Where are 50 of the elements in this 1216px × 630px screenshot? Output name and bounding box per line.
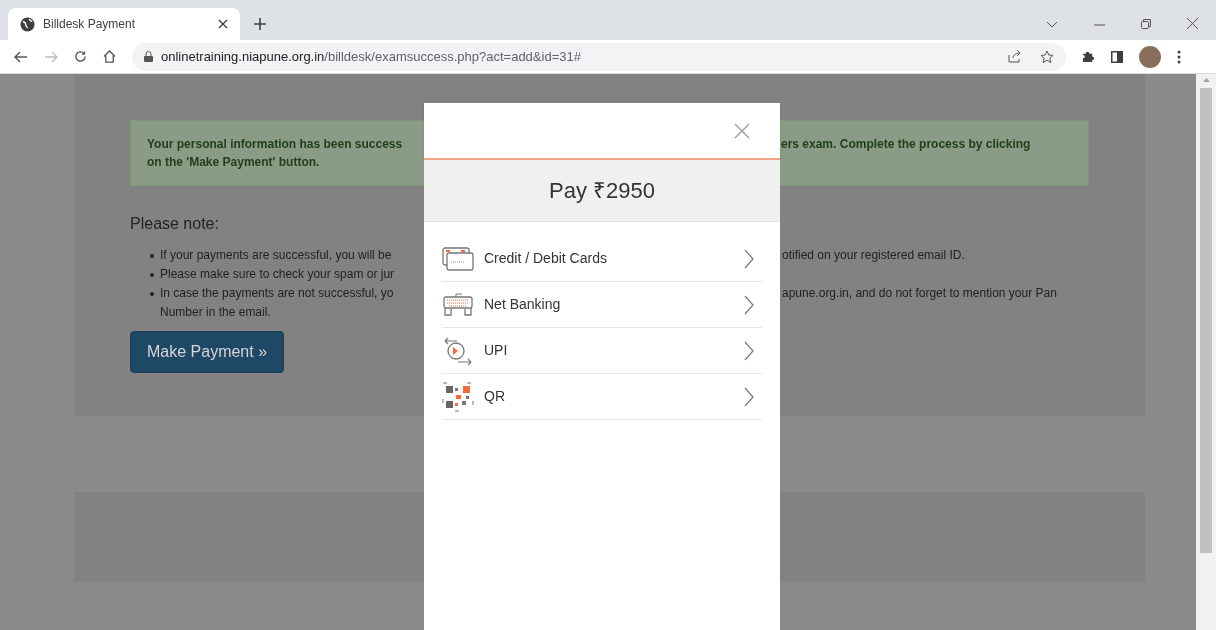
close-tab-icon[interactable] [218, 19, 228, 29]
payment-option[interactable]: Credit / Debit Cards [442, 236, 762, 282]
lock-icon [144, 51, 153, 62]
puzzle-icon[interactable] [1082, 50, 1095, 63]
note-text: Number in the email. [160, 304, 272, 321]
payment-option[interactable]: QR [442, 374, 762, 420]
option-label: QR [484, 387, 506, 406]
note-text: otified on your registered email ID. [782, 247, 965, 264]
pay-amount: Pay ₹2950 [549, 177, 655, 205]
chevron-down-icon[interactable] [1046, 21, 1058, 29]
note-text: Please make sure to check your spam or jur [160, 266, 395, 283]
option-label: UPI [484, 341, 509, 360]
url-text: onlinetraining.niapune.org.in/billdesk/examsuccess.php?act=add&id=31# [161, 47, 582, 66]
restore-icon[interactable] [1141, 19, 1151, 29]
chevron-right-icon [744, 294, 754, 315]
star-icon[interactable] [1040, 49, 1054, 64]
payment-option[interactable]: UPI [442, 328, 762, 374]
alert-text: on the 'Make Payment' button. [147, 154, 321, 171]
profile-avatar[interactable] [1139, 45, 1161, 68]
option-label: Credit / Debit Cards [484, 249, 608, 268]
close-window-icon[interactable] [1187, 18, 1198, 29]
option-label: Net Banking [484, 295, 562, 314]
close-icon[interactable] [734, 122, 750, 139]
chevron-right-icon [744, 340, 754, 361]
note-text: apune.org.in, and do not forget to mention your Pan [782, 285, 1057, 302]
browser-tab[interactable]: Billdesk Payment [8, 8, 240, 40]
globe-icon [20, 16, 35, 32]
tab-title: Billdesk Payment [43, 16, 137, 33]
make-payment-button[interactable]: Make Payment » [130, 331, 285, 373]
alert-text: ers exam. Complete the process by clicking [781, 136, 1031, 153]
chevron-right-icon [744, 248, 754, 269]
more-menu-icon[interactable] [1177, 49, 1181, 64]
card-icon [442, 246, 474, 271]
note-text: If your payments are successful, you will be [160, 247, 392, 264]
home-icon[interactable] [103, 50, 116, 63]
note-heading: Please note: [130, 214, 220, 234]
new-tab-icon[interactable] [254, 18, 266, 30]
upi-icon [442, 335, 474, 366]
share-icon[interactable] [1008, 50, 1022, 63]
scrollbar-thumb[interactable] [1200, 88, 1212, 553]
note-text: In case the payments are not successful, yo [160, 285, 394, 302]
side-panel-icon[interactable] [1111, 50, 1123, 63]
chevron-right-icon [744, 386, 754, 407]
payment-option[interactable]: Net Banking [442, 282, 762, 328]
qr-code-icon [442, 381, 474, 412]
back-arrow-icon[interactable] [14, 50, 28, 63]
reload-icon[interactable] [74, 50, 87, 63]
alert-text: Your personal information has been success [147, 136, 404, 153]
keyboard-hands-icon [442, 291, 474, 318]
address-bar[interactable]: onlinetraining.niapune.org.in/billdesk/examsuccess.php?act=add&id=31# [132, 42, 1066, 71]
